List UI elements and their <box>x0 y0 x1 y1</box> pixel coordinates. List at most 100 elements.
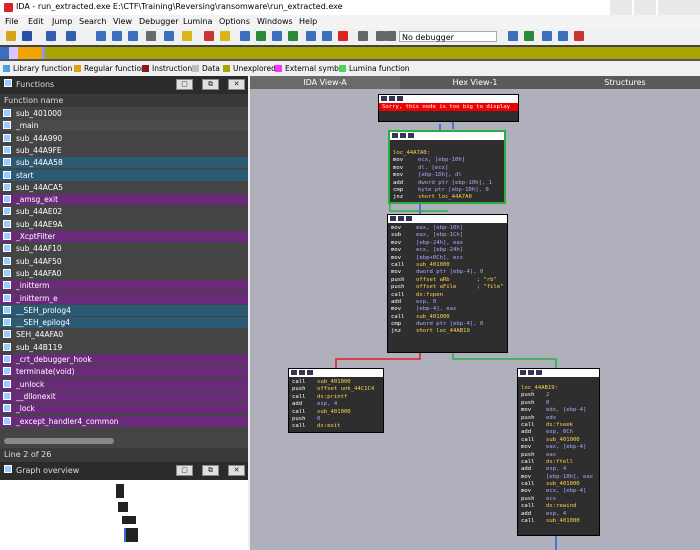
stop-icon[interactable] <box>338 31 348 41</box>
function-row[interactable]: sub_44AFA0 <box>0 267 248 279</box>
flag-icon[interactable] <box>574 31 584 41</box>
code-line[interactable]: add dword ptr [ebp-10h], 1 <box>393 180 504 187</box>
menu-windows[interactable]: Windows <box>257 17 293 26</box>
code-line[interactable]: call ds:printf <box>292 394 383 401</box>
code-line[interactable]: push offset aFile ; "file" <box>391 284 507 291</box>
code-line[interactable]: jnz short loc_44AB19 <box>391 328 507 335</box>
code-line[interactable]: mov ecx, [ebp-4] <box>521 488 599 495</box>
loop-node[interactable]: loc_44A7A0: mov ecx, [ebp-10h] mov dl, [ecx]… <box>388 130 506 204</box>
code-line[interactable]: mov eax, [ebp-4] <box>521 444 599 451</box>
function-row[interactable]: __dllonexit <box>0 390 248 402</box>
tab-hex-view-1[interactable]: Hex View-1 <box>400 76 550 89</box>
overview-node[interactable] <box>118 502 128 512</box>
exit-node[interactable]: call sub_401000 push offset unk_44C1C4 call d… <box>288 368 384 433</box>
code-line[interactable]: loc_44AB19: <box>521 385 599 392</box>
code-line[interactable]: loc_44A7A0: <box>393 150 504 157</box>
code-line[interactable]: call sub_401000 <box>521 481 599 488</box>
code-line[interactable]: call ds:ftell <box>521 459 599 466</box>
overview-float-button[interactable]: ⧉ <box>202 465 219 476</box>
horizontal-scrollbar[interactable] <box>4 438 114 444</box>
overview-close-button[interactable]: ✕ <box>228 465 245 476</box>
code-line[interactable]: call sub_401000 <box>292 379 383 386</box>
code-line[interactable]: push 0 <box>521 400 599 407</box>
code-line[interactable]: push 2 <box>521 392 599 399</box>
tab-structures[interactable]: Structures <box>550 76 700 89</box>
script-icon[interactable] <box>182 31 192 41</box>
minimize-button[interactable] <box>610 0 632 15</box>
code-line[interactable]: mov ecx, [ebp-10h] <box>393 157 504 164</box>
function-row[interactable]: _amsg_exit <box>0 194 248 206</box>
function-row[interactable]: sub_44A990 <box>0 132 248 144</box>
fseek-node[interactable]: loc_44AB19: push 2 push 0 mov edx, [ebp-4] push… <box>517 368 600 536</box>
overview-node[interactable] <box>122 516 136 524</box>
edit-icon[interactable] <box>288 31 298 41</box>
hex-icon[interactable] <box>240 31 250 41</box>
function-row[interactable]: _unlock <box>0 378 248 390</box>
function-row[interactable]: _lock <box>0 403 248 415</box>
code-line[interactable]: cmp byte ptr [ebp-1Dh], 0 <box>393 187 504 194</box>
code-view-icon[interactable] <box>96 31 106 41</box>
save-icon[interactable] <box>22 31 32 41</box>
structures-icon[interactable] <box>322 31 332 41</box>
code-line[interactable]: push edx <box>521 415 599 422</box>
menu-search[interactable]: Search <box>79 17 106 26</box>
function-row[interactable]: start <box>0 169 248 181</box>
code-line[interactable]: call sub_401000 <box>521 518 599 525</box>
code-line[interactable]: push 0 <box>292 416 383 423</box>
code-line[interactable]: cmp dword ptr [ebp-4], 0 <box>391 321 507 328</box>
code-line[interactable]: mov [ebp+0Ch], ecx <box>391 255 507 262</box>
code-line[interactable]: mov [ebp-10h], eax <box>521 474 599 481</box>
code-line[interactable]: add esp, 4 <box>521 466 599 473</box>
navigation-band[interactable] <box>0 45 700 61</box>
search-binary-icon[interactable] <box>146 31 156 41</box>
menu-view[interactable]: View <box>113 17 132 26</box>
strings-icon[interactable] <box>204 31 214 41</box>
function-row[interactable]: _initterm <box>0 280 248 292</box>
debugger-select[interactable]: No debugger <box>399 31 497 42</box>
close-window-button[interactable] <box>658 0 700 15</box>
main-node[interactable]: mov eax, [ebp-10h] sub eax, [ebp-1Ch] mov [eb… <box>387 214 508 353</box>
code-line[interactable]: add esp, 8 <box>391 299 507 306</box>
code-line[interactable]: mov eax, [ebp-10h] <box>391 225 507 232</box>
refresh-icon[interactable] <box>524 31 534 41</box>
tab-ida-view-a[interactable]: IDA View-A <box>250 76 400 89</box>
function-row[interactable]: _initterm_e <box>0 292 248 304</box>
run-icon[interactable] <box>358 31 368 41</box>
code-line[interactable]: mov dword ptr [ebp-4], 0 <box>391 269 507 276</box>
code-line[interactable]: mov [ebp-1Dh], dl <box>393 172 504 179</box>
code-line[interactable]: push eax <box>521 452 599 459</box>
code-line[interactable]: call sub_401000 <box>521 437 599 444</box>
function-row[interactable]: sub_44A9FE <box>0 144 248 156</box>
function-row[interactable]: sub_44AE9A <box>0 218 248 230</box>
function-row[interactable]: _main <box>0 120 248 132</box>
code-line[interactable]: mov ecx, [ebp-24h] <box>391 247 507 254</box>
data-view-icon[interactable] <box>112 31 122 41</box>
segments-icon[interactable] <box>306 31 316 41</box>
string-view-icon[interactable] <box>128 31 138 41</box>
overview-minimize-button[interactable]: ▢ <box>176 465 193 476</box>
code-line[interactable]: add esp, 4 <box>521 511 599 518</box>
panel-close-button[interactable]: ✕ <box>228 79 245 90</box>
menu-lumina[interactable]: Lumina <box>183 17 212 26</box>
step-icon[interactable] <box>386 31 396 41</box>
function-row[interactable]: _XcptFilter <box>0 231 248 242</box>
code-line[interactable]: push ecx <box>521 496 599 503</box>
code-line[interactable]: call ds:rewind <box>521 503 599 510</box>
menu-debugger[interactable]: Debugger <box>139 17 179 26</box>
debugger-options-icon[interactable] <box>508 31 518 41</box>
code-line[interactable]: call sub_401000 <box>391 262 507 269</box>
function-row[interactable]: terminate(void) <box>0 366 248 378</box>
code-line[interactable]: mov dl, [ecx] <box>393 165 504 172</box>
graph-icon[interactable] <box>256 31 266 41</box>
function-row[interactable]: _crt_debugger_hook <box>0 354 248 365</box>
overview-node[interactable] <box>124 528 138 542</box>
code-line[interactable]: push offset aRb ; "rb" <box>391 277 507 284</box>
function-row[interactable]: sub_44AF50 <box>0 255 248 267</box>
open-icon[interactable] <box>6 31 16 41</box>
plugins-icon[interactable] <box>558 31 568 41</box>
code-line[interactable]: call sub_401000 <box>391 314 507 321</box>
panel-float-button[interactable]: ⧉ <box>202 79 219 90</box>
names-icon[interactable] <box>220 31 230 41</box>
code-line[interactable]: call ds:fseek <box>521 422 599 429</box>
menu-help[interactable]: Help <box>299 17 317 26</box>
